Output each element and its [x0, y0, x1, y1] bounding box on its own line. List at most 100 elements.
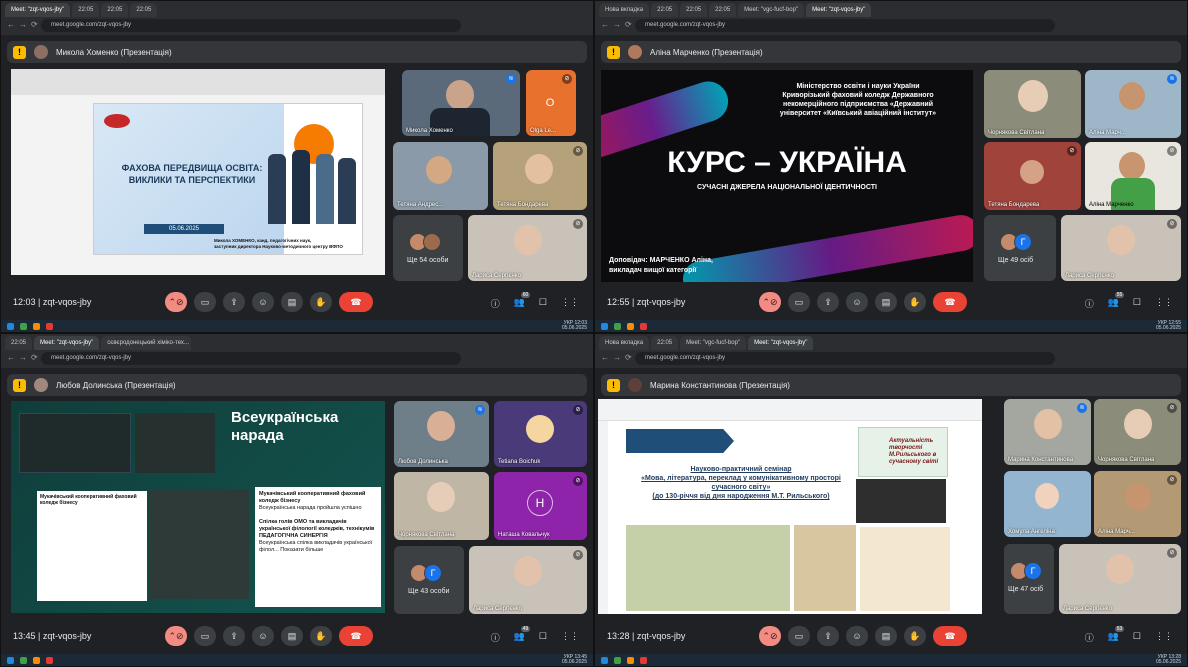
browser-tab[interactable]: Meet: "zqt-vqos-jby" — [806, 3, 872, 17]
participant-tile[interactable]: ⊘ Тетяна Бондарева — [984, 142, 1081, 210]
browser-tab[interactable]: Meet: "vgc-fucf-bop" — [680, 336, 747, 350]
browser-tab[interactable]: 22:05 — [680, 3, 708, 17]
present-button[interactable]: ⇪ — [817, 292, 839, 312]
app-icon[interactable] — [614, 322, 621, 330]
nav-buttons-icon[interactable]: ←→⟳ — [7, 353, 42, 362]
leave-call-button[interactable]: ☎ — [339, 626, 373, 646]
raise-hand-button[interactable]: ✋ — [904, 626, 926, 646]
app-icon[interactable] — [46, 656, 53, 664]
participant-tile[interactable]: Чорнякова Світлана — [984, 70, 1081, 138]
chat-icon[interactable]: ☐ — [539, 631, 547, 644]
browser-tab[interactable]: 22:05 — [5, 336, 33, 350]
participant-tile[interactable]: ⊘ Лариса Сергієнко — [1059, 544, 1181, 614]
emoji-button[interactable]: ☺ — [252, 292, 274, 312]
browser-tab[interactable]: Meet: "vgc-fucf-bop" — [738, 3, 805, 17]
apps-icon[interactable]: ⋮⋮ — [561, 631, 579, 644]
start-icon[interactable] — [601, 322, 608, 330]
participant-tile[interactable]: ⊘ Лариса Сергієнко — [468, 215, 587, 281]
more-people-tile[interactable]: Г Ще 43 особи — [394, 546, 464, 614]
warning-icon[interactable]: ! — [13, 378, 26, 392]
mic-off-button[interactable]: ⌃⊘ — [165, 292, 187, 312]
nav-buttons-icon[interactable]: ←→⟳ — [7, 20, 42, 29]
warning-icon[interactable]: ! — [607, 378, 620, 392]
participant-tile[interactable]: ≋ Микола Хоменко — [402, 70, 520, 136]
info-icon[interactable]: ⓘ — [1085, 297, 1094, 310]
nav-buttons-icon[interactable]: ←→⟳ — [601, 353, 636, 362]
warning-icon[interactable]: ! — [13, 45, 26, 59]
participant-tile[interactable]: Хомула Ангеліна — [1004, 471, 1091, 537]
leave-call-button[interactable]: ☎ — [933, 292, 967, 312]
captions-button[interactable]: ▤ — [875, 292, 897, 312]
app-icon[interactable] — [640, 322, 647, 330]
chat-icon[interactable]: ☐ — [1133, 297, 1141, 310]
apps-icon[interactable]: ⋮⋮ — [561, 297, 579, 310]
browser-tab[interactable]: Нова вкладка — [599, 336, 650, 350]
present-button[interactable]: ⇪ — [817, 626, 839, 646]
mic-off-button[interactable]: ⌃⊘ — [759, 626, 781, 646]
more-people-tile[interactable]: Г Ще 49 осіб — [984, 215, 1056, 281]
browser-tab[interactable]: 22:05 — [101, 3, 129, 17]
participant-tile[interactable]: O ⊘ Olga Le... — [526, 70, 576, 136]
emoji-button[interactable]: ☺ — [252, 626, 274, 646]
app-icon[interactable] — [627, 322, 634, 330]
app-icon[interactable] — [33, 322, 40, 330]
start-icon[interactable] — [7, 656, 14, 664]
camera-button[interactable]: ▭ — [788, 292, 810, 312]
app-icon[interactable] — [614, 656, 621, 664]
participant-tile[interactable]: Чорнякова Світлана — [394, 472, 489, 540]
chat-icon[interactable]: ☐ — [1133, 631, 1141, 644]
info-icon[interactable]: ⓘ — [1085, 631, 1094, 644]
browser-tab[interactable]: Meet: "zqt-vqos-jby" — [748, 336, 814, 350]
participant-tile[interactable]: ⊘ Tetiana Boichuk — [494, 401, 587, 467]
raise-hand-button[interactable]: ✋ — [904, 292, 926, 312]
raise-hand-button[interactable]: ✋ — [310, 292, 332, 312]
browser-tab[interactable]: Meet: "zqt-vqos-jby" — [34, 336, 100, 350]
chat-icon[interactable]: ☐ — [539, 297, 547, 310]
captions-button[interactable]: ▤ — [875, 626, 897, 646]
app-icon[interactable] — [627, 656, 634, 664]
address-bar[interactable]: meet.google.com/zqt-vqos-jby — [635, 352, 1055, 365]
start-icon[interactable] — [601, 656, 608, 664]
people-icon[interactable]: 👥 53 — [1108, 626, 1125, 644]
browser-tab[interactable]: Meet: "zqt-vqos-jby" — [5, 3, 71, 17]
more-people-tile[interactable]: Г Ще 47 осіб — [1004, 544, 1054, 614]
more-people-tile[interactable]: Ще 54 особи — [393, 215, 463, 281]
browser-tab[interactable]: 22:05 — [651, 3, 679, 17]
leave-call-button[interactable]: ☎ — [339, 292, 373, 312]
participant-tile[interactable]: ⊘ Аліна Марч... — [1094, 471, 1181, 537]
captions-button[interactable]: ▤ — [281, 626, 303, 646]
people-icon[interactable]: 👥 55 — [1108, 292, 1125, 310]
app-icon[interactable] — [46, 322, 53, 330]
participant-tile[interactable]: ≋ Аліна Марч... — [1085, 70, 1181, 138]
emoji-button[interactable]: ☺ — [846, 292, 868, 312]
participant-tile[interactable]: ⊘ Чорнякова Світлана — [1094, 399, 1181, 465]
participant-tile[interactable]: ⊘ Лариса Сергієнко — [469, 546, 587, 614]
participant-tile[interactable]: ⊘ Аліна Марченко — [1085, 142, 1181, 210]
browser-tab[interactable]: сєвєродонецький хіміко-тех... — [101, 336, 192, 350]
participant-tile[interactable]: Тетяна Андрес... — [393, 142, 488, 210]
mic-off-button[interactable]: ⌃⊘ — [759, 292, 781, 312]
browser-tab[interactable]: 22:05 — [130, 3, 158, 17]
start-icon[interactable] — [7, 322, 14, 330]
address-bar[interactable]: meet.google.com/zqt-vqos-jby — [635, 19, 1055, 32]
app-icon[interactable] — [20, 656, 27, 664]
people-icon[interactable]: 👥 60 — [514, 292, 531, 310]
emoji-button[interactable]: ☺ — [846, 626, 868, 646]
camera-button[interactable]: ▭ — [194, 292, 216, 312]
apps-icon[interactable]: ⋮⋮ — [1155, 297, 1173, 310]
participant-tile[interactable]: ⊘ Тетяна Бондарева — [493, 142, 587, 210]
address-bar[interactable]: meet.google.com/zqt-vqos-jby — [41, 19, 461, 32]
raise-hand-button[interactable]: ✋ — [310, 626, 332, 646]
app-icon[interactable] — [640, 656, 647, 664]
warning-icon[interactable]: ! — [607, 45, 620, 59]
browser-tab[interactable]: Нова вкладка — [599, 3, 650, 17]
camera-button[interactable]: ▭ — [788, 626, 810, 646]
mic-off-button[interactable]: ⌃⊘ — [165, 626, 187, 646]
browser-tab[interactable]: 22:05 — [651, 336, 679, 350]
info-icon[interactable]: ⓘ — [491, 297, 500, 310]
participant-tile[interactable]: ≋ Любов Долинська — [394, 401, 489, 467]
app-icon[interactable] — [33, 656, 40, 664]
info-icon[interactable]: ⓘ — [491, 631, 500, 644]
address-bar[interactable]: meet.google.com/zqt-vqos-jby — [41, 352, 461, 365]
apps-icon[interactable]: ⋮⋮ — [1155, 631, 1173, 644]
